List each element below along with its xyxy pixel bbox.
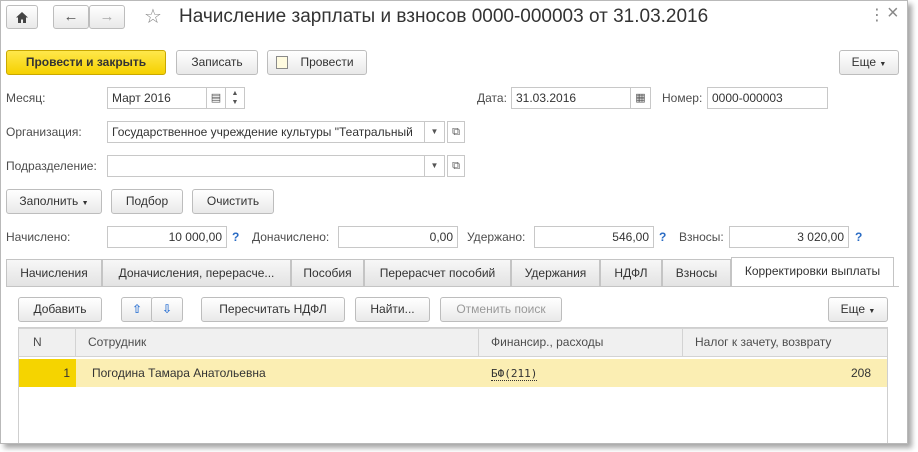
organization-dropdown[interactable]: ▼ [425, 121, 445, 143]
tab-additional-accruals[interactable]: Доначисления, перерасче... [102, 259, 291, 286]
home-icon [16, 12, 28, 23]
tab-deductions[interactable]: Удержания [511, 259, 600, 286]
department-open-button[interactable]: ⧉ [447, 155, 465, 177]
tab-payment-corrections[interactable]: Корректировки выплаты [731, 257, 894, 286]
arrow-right-icon: → [99, 8, 115, 25]
accrued-label: Начислено: [6, 230, 71, 244]
save-button[interactable]: Записать [176, 50, 258, 75]
post-label: Провести [300, 55, 354, 69]
contributions-field: 3 020,00 [729, 226, 849, 248]
arrow-up-icon: ⇧ [131, 302, 143, 316]
open-link-icon: ⧉ [452, 126, 460, 138]
select-button[interactable]: Подбор [111, 189, 183, 214]
column-header-finance[interactable]: Финансир., расходы [479, 329, 683, 356]
table-more-label: Еще [840, 302, 866, 316]
finance-link[interactable]: БФ(211) [491, 367, 538, 381]
post-document-icon [276, 56, 288, 69]
date-field[interactable]: 31.03.2016 [511, 87, 631, 109]
clear-button[interactable]: Очистить [192, 189, 274, 214]
month-field[interactable]: Март 2016 [107, 87, 207, 109]
row-number-cell: 1 [19, 359, 76, 387]
chevron-down-icon[interactable]: ▼ [232, 99, 239, 106]
forward-button[interactable]: → [89, 5, 125, 29]
close-icon[interactable]: × [887, 2, 899, 25]
column-header-n[interactable]: N [19, 329, 76, 356]
fill-label: Заполнить [19, 194, 79, 208]
date-label: Дата: [477, 91, 507, 105]
triangle-down-icon: ▼ [879, 61, 887, 68]
triangle-down-icon: ▼ [430, 161, 439, 170]
number-field[interactable]: 0000-000003 [707, 87, 828, 109]
tab-benefits[interactable]: Пособия [291, 259, 364, 286]
triangle-down-icon: ▼ [868, 308, 876, 315]
triangle-down-icon: ▼ [430, 127, 439, 136]
more-button[interactable]: Еще ▼ [839, 50, 899, 75]
month-spinner[interactable]: ▲ ▼ [225, 87, 245, 109]
finance-cell[interactable]: БФ(211) [479, 359, 683, 387]
triangle-down-icon: ▼ [81, 200, 89, 207]
organization-label: Организация: [6, 125, 82, 139]
chevron-up-icon[interactable]: ▲ [232, 90, 239, 97]
more-label: Еще [851, 55, 877, 69]
column-header-employee[interactable]: Сотрудник [76, 329, 479, 356]
department-dropdown[interactable]: ▼ [425, 155, 445, 177]
recalculate-ndfl-button[interactable]: Пересчитать НДФЛ [201, 297, 345, 322]
column-header-tax[interactable]: Налог к зачету, возврату [683, 329, 887, 356]
calendar-icon: ▦ [635, 92, 646, 104]
extra-accrued-label: Доначислено: [252, 230, 330, 244]
table-header: N Сотрудник Финансир., расходы Налог к з… [19, 328, 887, 357]
post-and-close-button[interactable]: Провести и закрыть [6, 50, 166, 75]
tab-contributions[interactable]: Взносы [662, 259, 731, 286]
move-up-button[interactable]: ⇧ [121, 297, 153, 322]
table-row[interactable]: 1 Погодина Тамара Анатольевна БФ(211) 20… [19, 359, 887, 387]
accrued-field: 10 000,00 [107, 226, 227, 248]
withheld-help-icon[interactable]: ? [659, 226, 666, 248]
back-button[interactable]: ← [53, 5, 89, 29]
tax-cell[interactable]: 208 [683, 359, 887, 387]
department-field[interactable] [107, 155, 425, 177]
month-label: Месяц: [6, 91, 46, 105]
calendar-icon: ▤ [210, 92, 222, 104]
cancel-search-button[interactable]: Отменить поиск [440, 297, 562, 322]
tab-benefit-recalc[interactable]: Перерасчет пособий [364, 259, 511, 286]
organization-field[interactable]: Государственное учреждение культуры "Теа… [107, 121, 425, 143]
month-calendar-button[interactable]: ▤ [206, 87, 226, 109]
move-down-button[interactable]: ⇩ [151, 297, 183, 322]
add-button[interactable]: Добавить [18, 297, 102, 322]
arrow-down-icon: ⇩ [161, 302, 173, 316]
more-menu-icon[interactable]: ⋮ [869, 5, 885, 25]
accrued-help-icon[interactable]: ? [232, 226, 239, 248]
tab-accruals[interactable]: Начисления [6, 259, 102, 286]
home-button[interactable] [6, 5, 38, 29]
favorite-star-icon[interactable]: ☆ [144, 4, 162, 29]
contributions-help-icon[interactable]: ? [855, 226, 862, 248]
row-number: 1 [63, 366, 70, 380]
department-label: Подразделение: [6, 159, 97, 173]
document-window: ← → ☆ Начисление зарплаты и взносов 0000… [0, 0, 908, 444]
tab-ndfl[interactable]: НДФЛ [600, 259, 662, 286]
open-link-icon: ⧉ [452, 160, 460, 172]
fill-button[interactable]: Заполнить ▼ [6, 189, 102, 214]
withheld-field: 546,00 [534, 226, 654, 248]
withheld-label: Удержано: [467, 230, 526, 244]
organization-open-button[interactable]: ⧉ [447, 121, 465, 143]
arrow-left-icon: ← [63, 8, 79, 25]
tabs-baseline [6, 286, 899, 287]
window-title: Начисление зарплаты и взносов 0000-00000… [179, 6, 709, 27]
post-button[interactable]: Провести [267, 50, 367, 75]
employee-cell[interactable]: Погодина Тамара Анатольевна [76, 359, 479, 387]
find-button[interactable]: Найти... [355, 297, 430, 322]
number-label: Номер: [662, 91, 703, 105]
contributions-label: Взносы: [679, 230, 724, 244]
date-calendar-button[interactable]: ▦ [630, 87, 651, 109]
extra-accrued-field: 0,00 [338, 226, 458, 248]
table-more-button[interactable]: Еще ▼ [828, 297, 888, 322]
